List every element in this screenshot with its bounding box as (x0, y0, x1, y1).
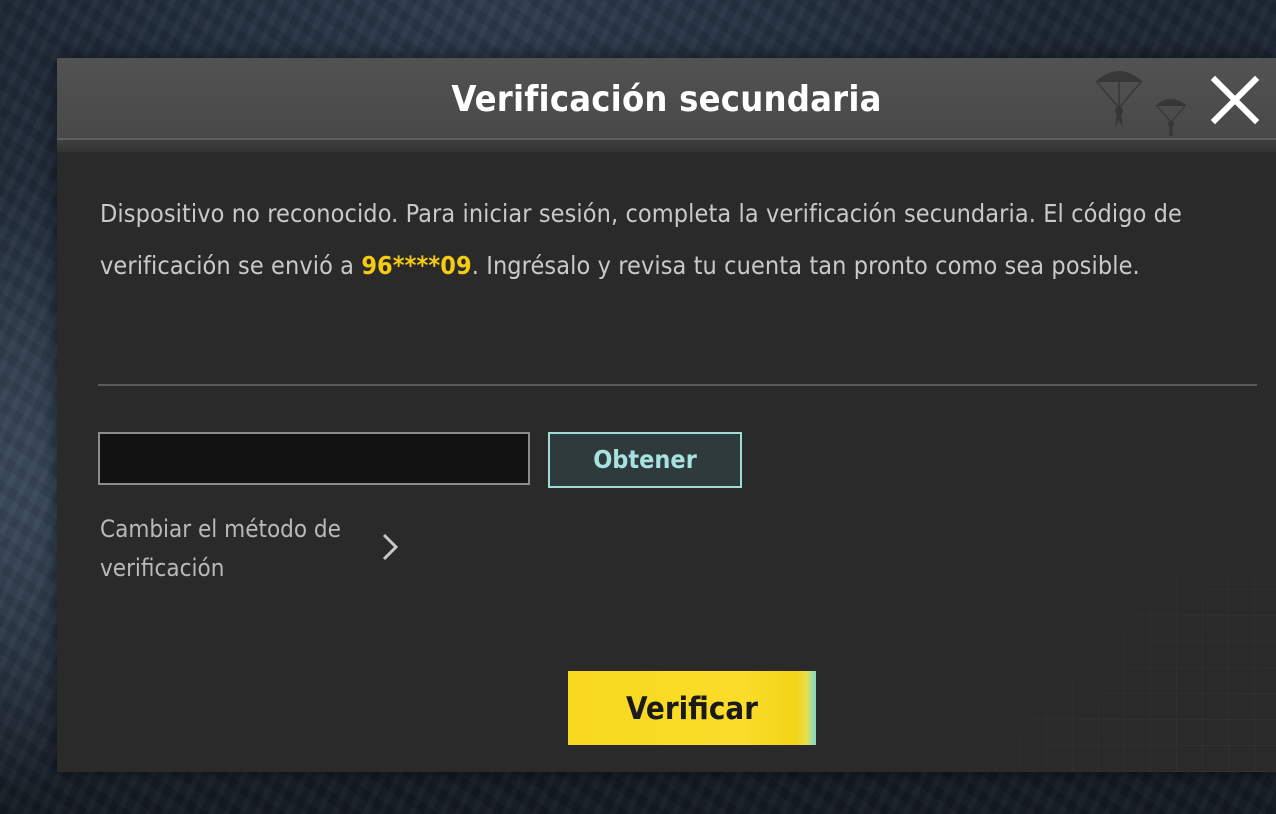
change-method-label: Cambiar el método de verificación (100, 515, 341, 582)
close-icon (1210, 75, 1260, 125)
dialog-body: Dispositivo no reconocido. Para iniciar … (57, 150, 1276, 772)
message-text-end: . Ingrésalo y revisa tu cuenta tan pront… (471, 251, 1140, 280)
parachutes-decoration (1095, 71, 1187, 136)
close-button[interactable] (1207, 72, 1263, 128)
change-verification-method-link[interactable]: Cambiar el método de verificación (100, 510, 420, 590)
get-code-button[interactable]: Obtener (548, 432, 742, 488)
verification-code-input[interactable] (98, 432, 530, 485)
chevron-right-icon (382, 533, 399, 561)
verification-message: Dispositivo no reconocido. Para iniciar … (100, 188, 1240, 292)
verify-button[interactable]: Verificar (568, 671, 816, 745)
verification-dialog: Verificación secundaria Dispositivo no r… (57, 58, 1276, 772)
dialog-header: Verificación secundaria (57, 58, 1276, 152)
map-grid-decoration (916, 572, 1276, 772)
divider (98, 384, 1257, 386)
masked-phone-number: 96****09 (361, 251, 472, 280)
